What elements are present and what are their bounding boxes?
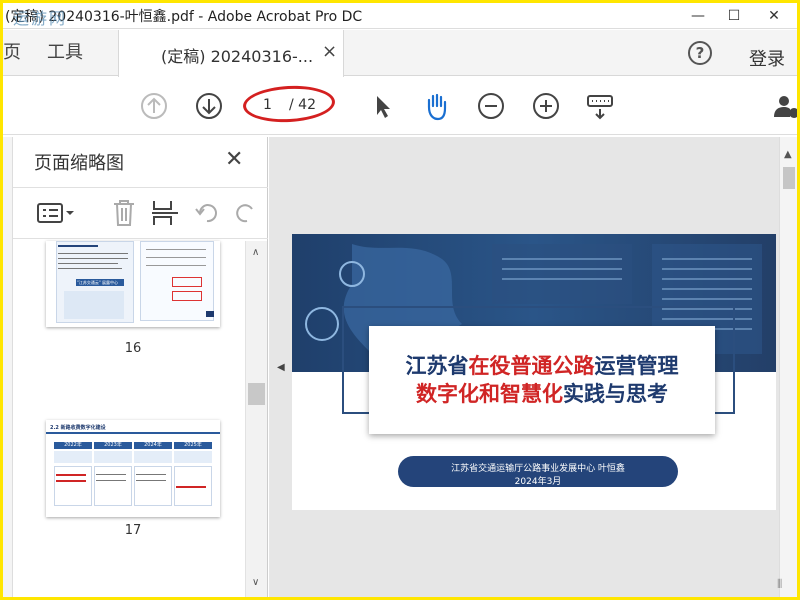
thumb17-heading: 2.2 新路收费数字化建设: [50, 425, 106, 431]
doc-scroll-thumb[interactable]: [783, 167, 795, 189]
options-menu-icon[interactable]: [37, 200, 77, 226]
document-scrollbar[interactable]: ▲: [779, 137, 797, 597]
keyboard-icon[interactable]: [585, 91, 615, 121]
thumb16-caption: "江苏交通云" 展露中心: [77, 279, 118, 285]
thumbnail-page-17[interactable]: 2.2 新路收费数字化建设 2022年 2023年 2024年 2025年: [46, 420, 220, 517]
red-annotation-circle: [242, 83, 336, 125]
tab-bar: 页 工具 (定稿) 20240316-... × ? 登录: [3, 30, 797, 77]
panel-close-button[interactable]: ✕: [225, 147, 243, 172]
collapse-panel-arrow-icon[interactable]: ◀: [277, 362, 285, 373]
document-title-line2: 数字化和智慧化实践与思考: [416, 382, 668, 406]
extract-page-icon[interactable]: [151, 198, 179, 228]
main-toolbar: 1 / 42: [3, 77, 797, 135]
scroll-up-arrow-icon[interactable]: ∧: [252, 247, 259, 258]
minimize-button[interactable]: —: [683, 5, 713, 27]
document-date: 2024年3月: [514, 477, 562, 487]
pdf-page-1: 江苏省在役普通公路运营管理 数字化和智慧化实践与思考 江苏省交通运输厅公路事业发…: [292, 234, 776, 510]
page-thumbnails-panel: 页面缩略图 ✕ "江苏交通云" 展露中心 16 2.2 新路收费数字化建设 20…: [13, 137, 268, 597]
zoom-in-icon[interactable]: [531, 91, 561, 121]
share-user-icon[interactable]: [771, 91, 797, 121]
login-button[interactable]: 登录: [749, 45, 785, 71]
panel-toolbar: [13, 187, 268, 239]
prev-page-icon[interactable]: [139, 91, 169, 121]
help-button[interactable]: ?: [688, 41, 712, 65]
close-window-button[interactable]: ✕: [759, 5, 789, 27]
panel-title: 页面缩略图: [34, 153, 124, 174]
tab-document[interactable]: (定稿) 20240316-... ×: [118, 30, 344, 77]
thumb17-year-2023: 2023年: [94, 442, 132, 449]
thumb17-year-2025: 2025年: [174, 442, 212, 449]
zoom-out-icon[interactable]: [476, 91, 506, 121]
document-viewer[interactable]: ◀ 江苏省在役普通公路运营管理 数字化和智慧化实践与思考 江苏省交通运输厅公路事…: [269, 137, 797, 597]
thumbnail-page-16[interactable]: "江苏交通云" 展露中心: [46, 241, 220, 327]
title-bar: (定稿) 20240316-叶恒鑫.pdf - Adobe Acrobat Pr…: [3, 3, 797, 29]
rotate-left-icon[interactable]: [194, 200, 220, 226]
tab-home[interactable]: 页: [3, 30, 21, 76]
doc-scroll-up-icon[interactable]: ▲: [784, 149, 792, 160]
close-tab-button[interactable]: ×: [322, 41, 337, 62]
acrobat-window: (定稿) 20240316-叶恒鑫.pdf - Adobe Acrobat Pr…: [3, 3, 797, 597]
scroll-down-arrow-icon[interactable]: ∨: [252, 577, 259, 588]
title-card: 江苏省在役普通公路运营管理 数字化和智慧化实践与思考: [369, 326, 715, 434]
author-org: 江苏省交通运输厅公路事业发展中心 叶恒鑫: [451, 464, 625, 474]
next-page-icon[interactable]: [194, 91, 224, 121]
delete-page-icon[interactable]: [111, 198, 137, 228]
thumbnail-scrollbar[interactable]: ∧ ∨: [245, 241, 267, 597]
resize-grip-icon[interactable]: ⦀: [777, 577, 782, 592]
thumbnail-label-16: 16: [124, 341, 142, 356]
thumb17-year-2022: 2022年: [54, 442, 92, 449]
document-tab-label: (定稿) 20240316-...: [161, 47, 314, 66]
tab-tools[interactable]: 工具: [47, 30, 83, 76]
document-title-line1: 江苏省在役普通公路运营管理: [405, 354, 679, 378]
thumbnail-scroll-thumb[interactable]: [248, 383, 265, 405]
author-pill: 江苏省交通运输厅公路事业发展中心 叶恒鑫 2024年3月: [398, 456, 678, 487]
select-cursor-icon[interactable]: [367, 91, 397, 121]
thumbnail-list: "江苏交通云" 展露中心 16 2.2 新路收费数字化建设 2022年 2023…: [13, 241, 245, 597]
maximize-button[interactable]: ☐: [719, 5, 749, 27]
rotate-right-icon[interactable]: [234, 200, 256, 226]
thumbnail-label-17: 17: [124, 523, 142, 538]
left-edge-strip: [3, 137, 13, 597]
thumb17-year-2024: 2024年: [134, 442, 172, 449]
watermark-logo: 运游网: [13, 9, 68, 28]
hand-tool-icon[interactable]: [421, 91, 451, 121]
